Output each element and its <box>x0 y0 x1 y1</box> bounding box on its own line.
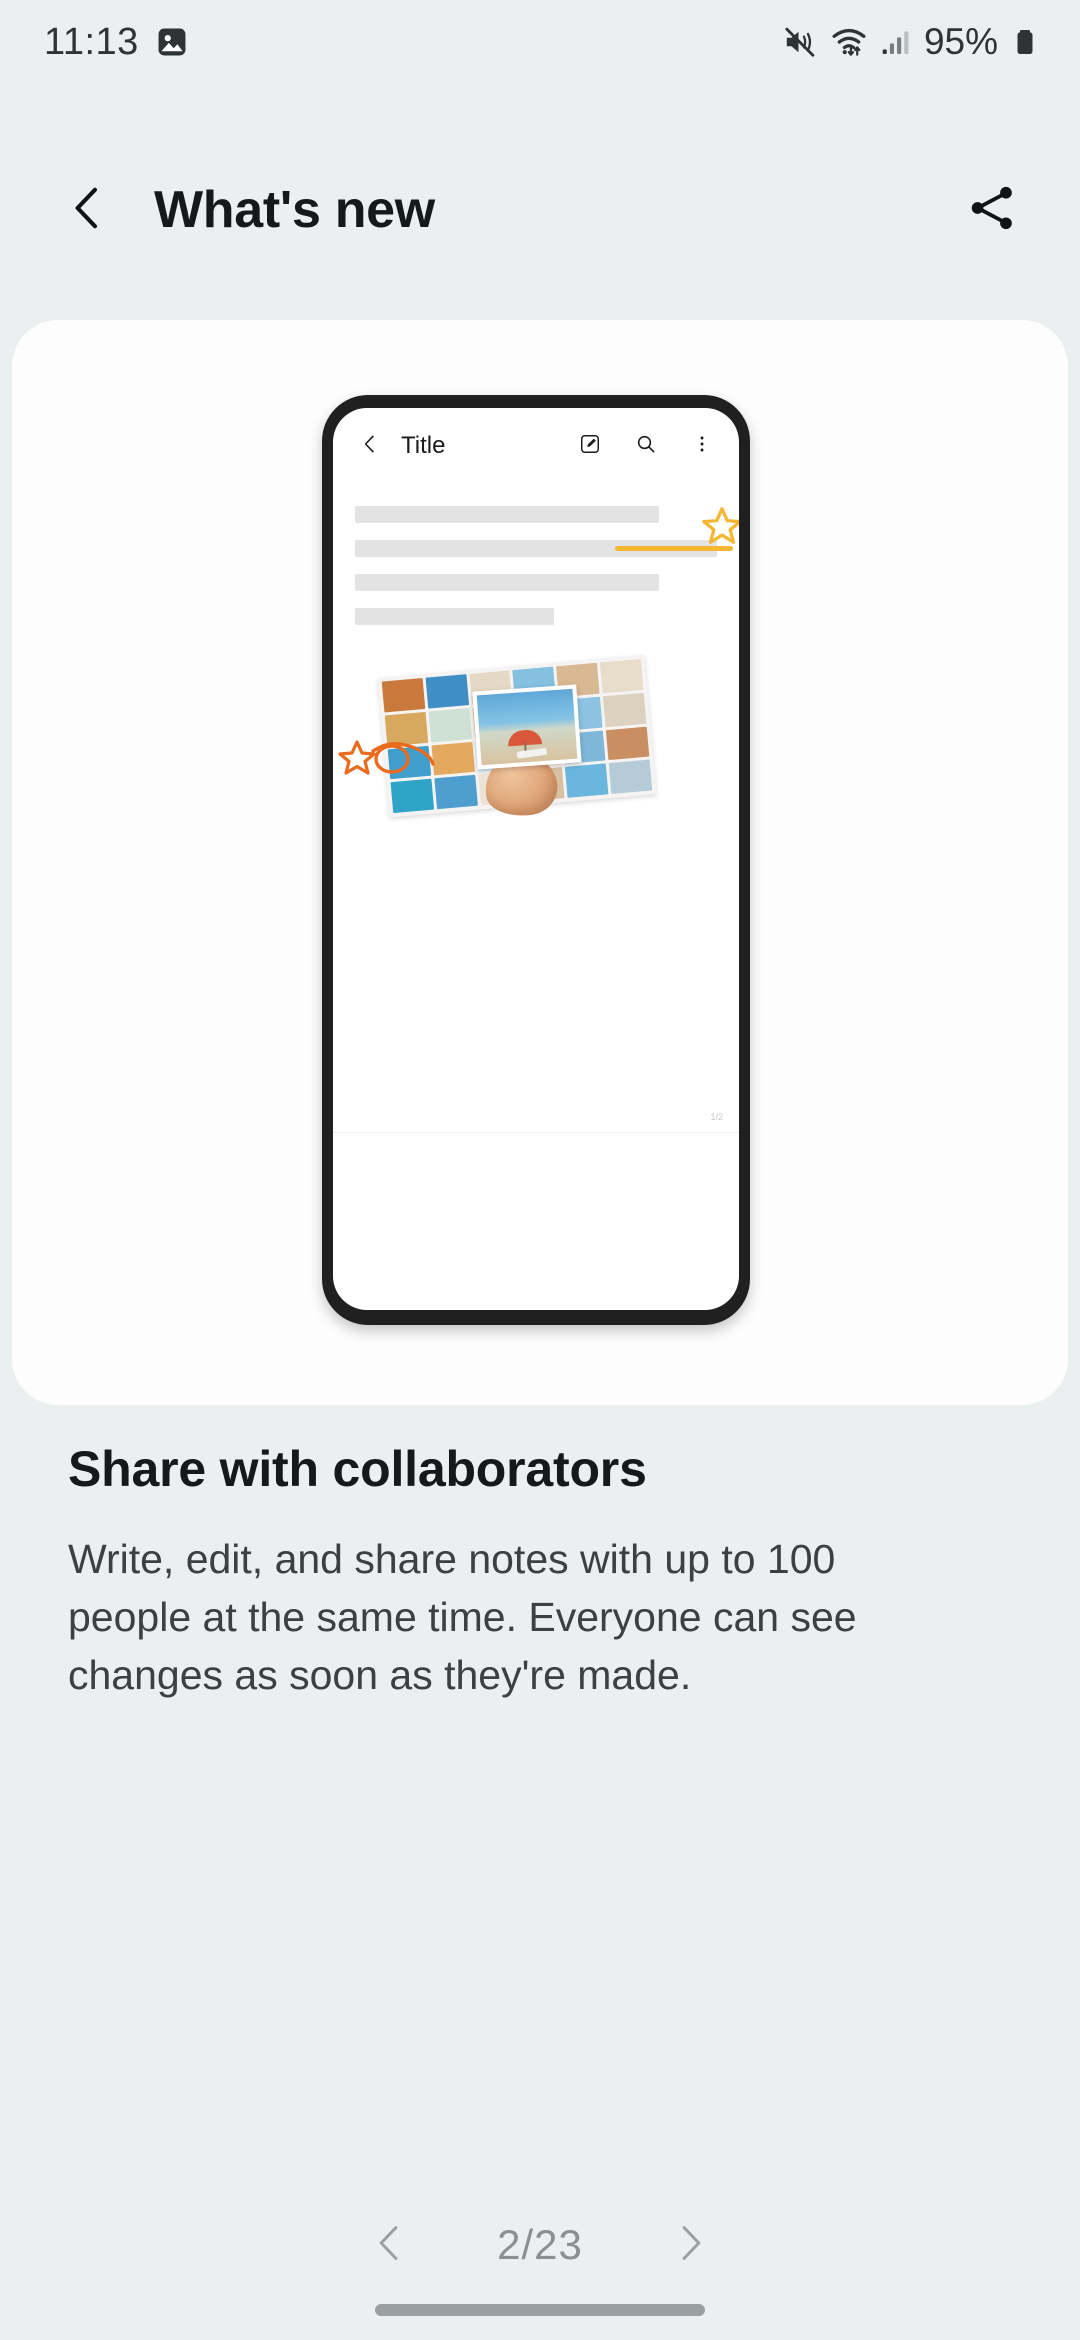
share-icon <box>965 181 1019 240</box>
edit-pen-icon <box>579 433 601 460</box>
page-counter: 2/23 <box>497 2221 583 2268</box>
gesture-navigation-bar[interactable] <box>375 2304 705 2316</box>
placeholder-text-line <box>355 574 660 591</box>
mockup-page-indicator: 1/2 <box>710 1112 723 1122</box>
mute-vibrate-icon <box>782 24 818 60</box>
star-cursor-icon <box>699 502 739 548</box>
mockup-actions <box>575 431 717 461</box>
status-bar: 11:13 95% <box>0 0 1080 84</box>
featured-photo <box>472 684 582 770</box>
battery-percent-label: 95% <box>923 21 998 62</box>
phone-screen: Title 1/2 <box>333 408 739 1310</box>
next-page-button[interactable] <box>655 2210 725 2280</box>
beach-chair-shape <box>516 747 548 759</box>
status-bar-right: 95% <box>782 21 1040 63</box>
status-bar-clock: 11:13 <box>44 20 139 63</box>
placeholder-text-line <box>355 506 660 523</box>
battery-icon <box>1010 27 1040 57</box>
phone-mockup: Title 1/2 <box>322 395 750 1325</box>
app-header: What's new <box>0 160 1080 260</box>
chevron-right-icon <box>668 2221 712 2270</box>
mockup-more-button[interactable] <box>687 431 717 461</box>
feature-description: Write, edit, and share notes with up to … <box>68 1536 857 1698</box>
placeholder-text-line <box>355 608 555 625</box>
wifi-icon <box>830 23 868 61</box>
mockup-topbar: Title <box>333 408 739 484</box>
mockup-divider <box>333 1132 739 1133</box>
cellular-signal-icon <box>880 26 912 58</box>
highlight-underline <box>615 546 733 551</box>
chevron-left-icon <box>368 2221 412 2270</box>
more-options-icon <box>692 434 712 459</box>
mockup-search-button[interactable] <box>631 431 661 461</box>
back-chevron-icon <box>359 433 381 460</box>
status-bar-left: 11:13 <box>44 21 189 64</box>
back-button[interactable] <box>52 174 124 246</box>
search-icon <box>635 433 657 460</box>
back-chevron-icon <box>62 182 114 239</box>
pagination-controls: 2/23 <box>0 2200 1080 2290</box>
mockup-note-title: Title <box>401 432 446 459</box>
photo-collage-illustration <box>338 654 659 821</box>
previous-page-button[interactable] <box>355 2210 425 2280</box>
gallery-image-icon <box>155 25 189 59</box>
page-title: What's new <box>154 181 435 239</box>
mockup-back-button[interactable] <box>353 429 387 463</box>
mockup-edit-button[interactable] <box>575 431 605 461</box>
share-button[interactable] <box>952 170 1032 250</box>
feature-title: Share with collaborators <box>68 1441 647 1497</box>
mockup-note-body: 1/2 <box>333 484 739 1133</box>
star-cursor-icon <box>337 724 467 786</box>
